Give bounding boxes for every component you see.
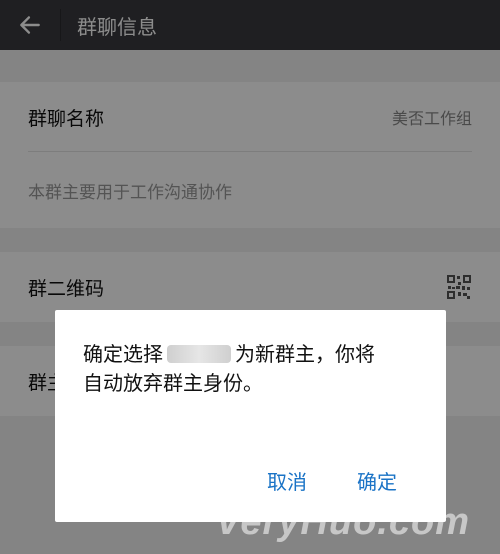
- dialog-message-suffix: 为新群主，你将: [235, 342, 375, 366]
- dialog-message-line2: 自动放弃群主身份。: [83, 371, 263, 395]
- transfer-owner-dialog: 确定选择 为新群主，你将 自动放弃群主身份。 取消 确定: [55, 310, 446, 522]
- confirm-button[interactable]: 确定: [349, 460, 405, 501]
- cancel-button[interactable]: 取消: [259, 460, 315, 501]
- dialog-message: 确定选择 为新群主，你将 自动放弃群主身份。: [83, 340, 423, 398]
- blurred-username: [167, 345, 231, 363]
- watermark: VeryHuo.com: [215, 501, 470, 543]
- dialog-message-prefix: 确定选择: [83, 342, 163, 366]
